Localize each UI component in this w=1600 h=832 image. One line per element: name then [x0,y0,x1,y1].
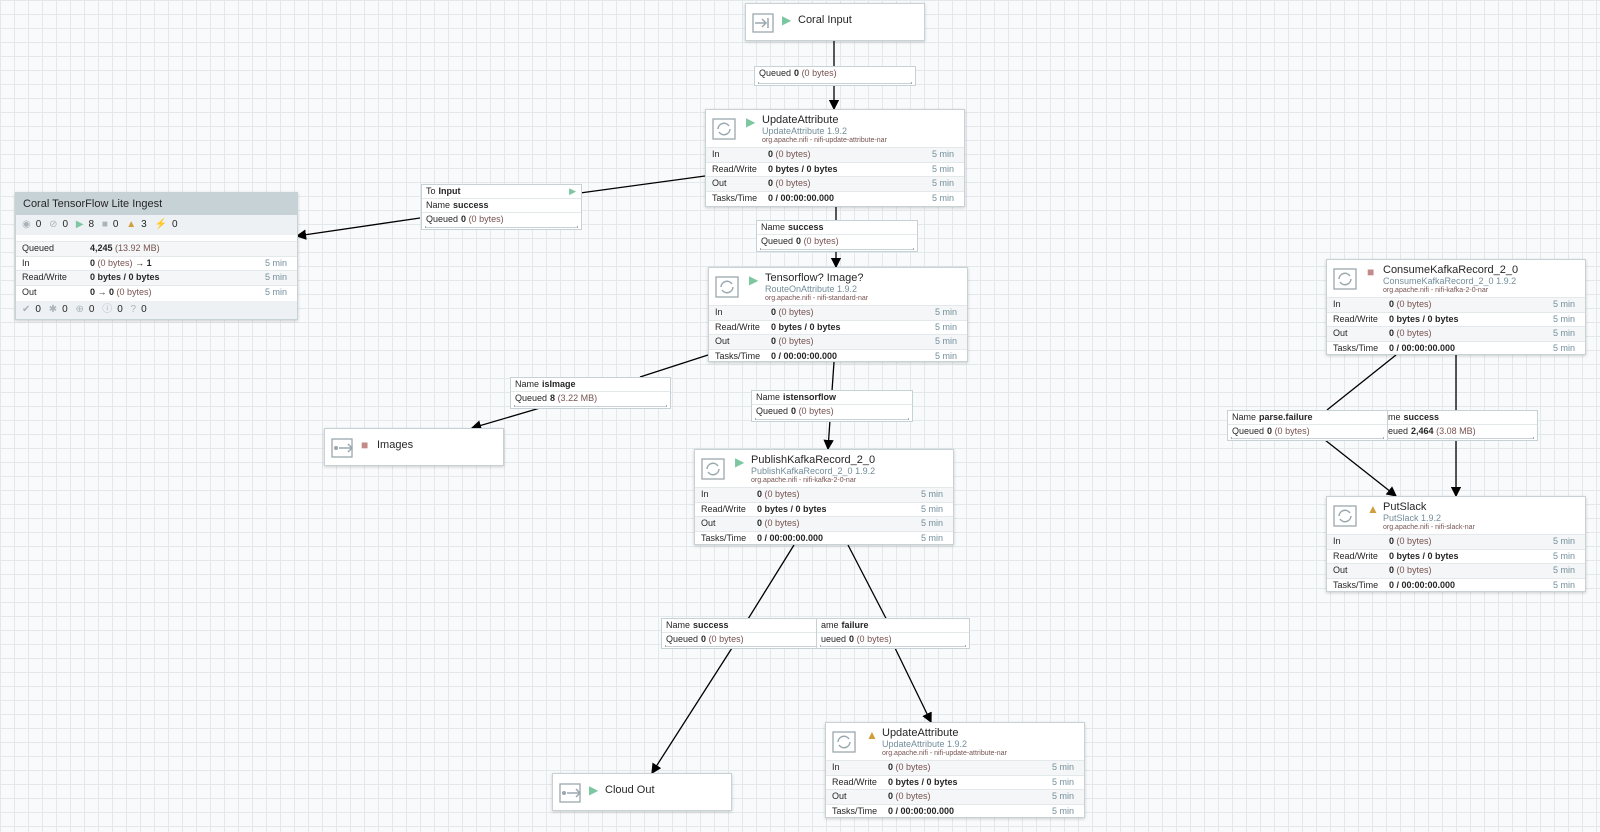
connection-consume-success[interactable]: ame success ueued 2,464 (3.08 MB) [1378,410,1538,441]
processor-icon [1333,268,1357,290]
processor-icon [715,276,739,298]
processor-name: PublishKafkaRecord_2_0 [751,454,876,466]
warning-icon: ▲ [126,219,137,230]
wire-consume-parsefailure [1326,354,1397,411]
wire-success-to-cloud [651,647,733,775]
locally-modified-icon: ✱ [48,304,58,315]
processor-type: ConsumeKafkaRecord_2_0 1.9.2 [1383,276,1517,286]
up-to-date-icon: ✔ [22,304,31,315]
output-port-icon [559,783,582,803]
processor-bundle: org.apache.nifi - nifi-kafka-2-0-nar [751,477,857,484]
stopped-icon: ■ [361,438,369,452]
input-port-icon [752,13,774,33]
processor-put-slack[interactable]: ▲ PutSlack PutSlack 1.9.2 org.apache.nif… [1326,496,1586,592]
process-group-versions: ✔ 0 ✱ 0 ⊕ 0 ⓘ 0 ? 0 [16,301,297,319]
process-group-coral-tensorflow[interactable]: Coral TensorFlow Lite Ingest ◉ 0 ⊘ 0 ▶ 8 ■ 0… [15,192,298,320]
output-port-cloud-out[interactable]: ▶ Cloud Out [552,773,732,811]
running-icon: ▶ [735,455,745,469]
processor-type: UpdateAttribute 1.9.2 [882,739,968,749]
processor-consume-kafka[interactable]: ■ ConsumeKafkaRecord_2_0 ConsumeKafkaRec… [1326,259,1586,355]
connection-isimage[interactable]: Name isImage Queued 8 (3.22 MB) [510,377,671,409]
processor-bundle: org.apache.nifi - nifi-kafka-2-0-nar [1383,287,1489,294]
processor-bundle: org.apache.nifi - nifi-update-attribute-… [882,750,1007,757]
sync-failure-icon: ? [130,304,137,315]
connection-parse-failure[interactable]: Name parse.failure Queued 0 (0 bytes) [1227,410,1388,441]
process-group-name: Coral TensorFlow Lite Ingest [16,193,297,215]
wire-route-to-isimage [639,354,709,378]
connection-publish-failure[interactable]: ame failure ueued 0 (0 bytes) [816,618,970,649]
running-icon: ▶ [749,273,759,287]
stale-icon: ⊕ [75,304,84,315]
processor-update-attribute-2[interactable]: ▲ UpdateAttribute UpdateAttribute 1.9.2 … [825,722,1085,818]
not-transmitting-icon: ⊘ [49,219,58,230]
connection-istensorflow[interactable]: Name istensorflow Queued 0 (0 bytes) [751,390,913,422]
connection-publish-success[interactable]: Name success Queued 0 (0 bytes) [661,618,822,649]
running-icon: ▶ [782,13,792,27]
processor-name: UpdateAttribute [882,727,959,739]
running-icon: ▶ [75,219,84,230]
processor-route-on-attribute[interactable]: ▶ Tensorflow? Image? RouteOnAttribute 1.… [708,267,968,362]
processor-name: PutSlack [1383,501,1427,513]
warning-icon: ▲ [866,728,878,742]
wire-failure-to-update2 [894,647,932,724]
output-port-images[interactable]: ■ Images [324,428,504,466]
wire-isimage-to-images [470,407,541,431]
connection-queue-input-update[interactable]: Queued 0 (0 bytes) [754,66,916,86]
processor-bundle: org.apache.nifi - nifi-standard-nar [765,295,869,302]
output-port-icon [331,438,354,458]
processor-name: UpdateAttribute [762,114,839,126]
input-port-coral-input[interactable]: ▶ Coral Input [745,3,925,41]
processor-type: RouteOnAttribute 1.9.2 [765,284,858,294]
stopped-icon: ■ [1367,265,1375,279]
processor-name: Tensorflow? Image? [765,272,864,284]
running-icon: ▶ [589,783,599,797]
processor-update-attribute[interactable]: ▶ UpdateAttribute UpdateAttribute 1.9.2 … [705,109,965,207]
processor-type: UpdateAttribute 1.9.2 [762,126,848,136]
wire-parsefailure-to-slack [1324,439,1398,497]
port-name: Images [377,439,414,451]
processor-icon [712,118,736,140]
processor-name: ConsumeKafkaRecord_2_0 [1383,264,1519,276]
processor-bundle: org.apache.nifi - nifi-update-attribute-… [762,137,887,144]
connection-update-success[interactable]: Name success Queued 0 (0 bytes) [756,220,918,252]
warning-icon: ▲ [1367,502,1379,516]
connection-to-input-success[interactable]: To Input ▶ Name success Queued 0 (0 bytes) [421,184,582,230]
process-group-status: ◉ 0 ⊘ 0 ▶ 8 ■ 0 ▲ 3 ⚡ 0 [16,215,297,235]
port-name: Cloud Out [605,784,655,796]
stopped-icon: ■ [101,219,108,230]
wire-label-to-group [295,217,421,240]
processor-publish-kafka[interactable]: ▶ PublishKafkaRecord_2_0 PublishKafkaRec… [694,449,954,545]
processor-icon [1333,505,1357,527]
processor-type: PutSlack 1.9.2 [1383,513,1442,523]
processor-bundle: org.apache.nifi - nifi-slack-nar [1383,524,1475,531]
disabled-icon: ⚡ [154,219,167,230]
processor-type: PublishKafkaRecord_2_0 1.9.2 [751,466,876,476]
processor-icon [701,458,725,480]
processor-icon [832,731,856,753]
wire-update-to-label [579,175,706,194]
modified-stale-icon: ⓘ [102,304,113,315]
transmitting-icon: ◉ [22,219,31,230]
running-icon: ▶ [746,115,756,129]
port-name: Coral Input [798,14,852,26]
running-icon: ▶ [569,186,576,196]
